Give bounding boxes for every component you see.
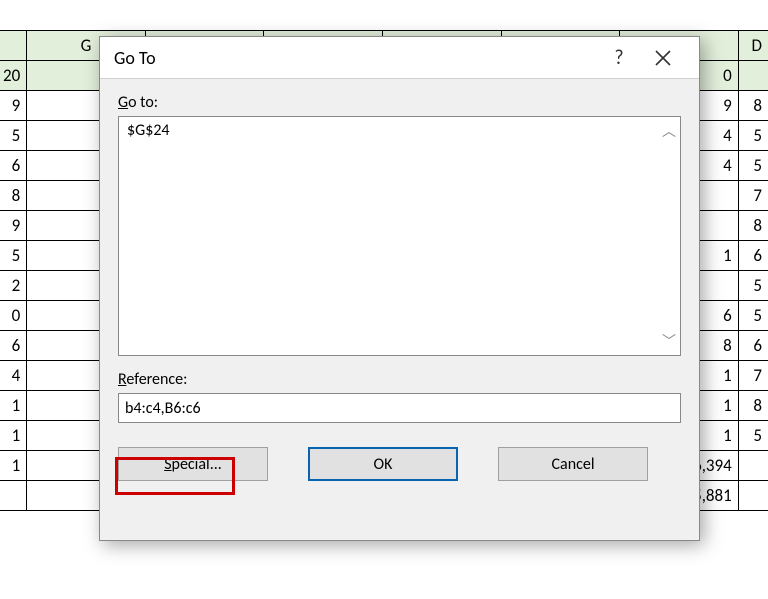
- ok-button[interactable]: OK: [308, 447, 458, 481]
- cell[interactable]: 6: [738, 331, 768, 361]
- col-header-d[interactable]: D: [738, 31, 768, 61]
- reference-input[interactable]: [118, 393, 681, 423]
- row-number[interactable]: 1: [0, 451, 27, 481]
- cell[interactable]: 5: [738, 421, 768, 451]
- row-number[interactable]: 5: [0, 121, 27, 151]
- row-number[interactable]: 1: [0, 421, 27, 451]
- scroll-up-icon[interactable]: ︿: [662, 121, 676, 141]
- row-number[interactable]: 5: [0, 241, 27, 271]
- cell[interactable]: 7: [738, 361, 768, 391]
- cell[interactable]: 5: [738, 271, 768, 301]
- goto-dialog: Go To ? Go to: $G$24 ︿ ﹀ Reference: Spec…: [99, 36, 700, 541]
- col-header-blank[interactable]: [0, 31, 27, 61]
- cell[interactable]: 5: [738, 151, 768, 181]
- cell[interactable]: 7: [738, 181, 768, 211]
- row-number[interactable]: 0: [0, 301, 27, 331]
- cell[interactable]: 8: [738, 211, 768, 241]
- cell[interactable]: [738, 451, 768, 481]
- reference-label: Reference:: [118, 370, 681, 389]
- row-number[interactable]: 8: [0, 181, 27, 211]
- cell[interactable]: [738, 481, 768, 511]
- row-number[interactable]: 1: [0, 391, 27, 421]
- close-icon: [655, 50, 671, 66]
- cell[interactable]: 5: [738, 301, 768, 331]
- row-number[interactable]: 20: [0, 61, 27, 91]
- scroll-down-icon[interactable]: ﹀: [662, 331, 676, 351]
- help-button[interactable]: ?: [597, 37, 641, 79]
- row-number[interactable]: 4: [0, 361, 27, 391]
- cell[interactable]: 8: [738, 91, 768, 121]
- goto-label: Go to:: [118, 93, 681, 112]
- cell[interactable]: 8: [738, 391, 768, 421]
- row-number[interactable]: [0, 481, 27, 511]
- cell[interactable]: 6: [738, 241, 768, 271]
- goto-list-item[interactable]: $G$24: [127, 121, 672, 140]
- cell[interactable]: 5: [738, 121, 768, 151]
- cell[interactable]: [738, 61, 768, 91]
- dialog-titlebar[interactable]: Go To ?: [100, 37, 699, 79]
- dialog-title: Go To: [114, 47, 597, 69]
- cancel-button[interactable]: Cancel: [498, 447, 648, 481]
- goto-listbox[interactable]: $G$24 ︿ ﹀: [118, 116, 681, 356]
- row-number[interactable]: 6: [0, 151, 27, 181]
- row-number[interactable]: 2: [0, 271, 27, 301]
- close-button[interactable]: [641, 37, 685, 79]
- special-button[interactable]: Special...: [118, 447, 268, 481]
- row-number[interactable]: 6: [0, 331, 27, 361]
- row-number[interactable]: 9: [0, 91, 27, 121]
- row-number[interactable]: 9: [0, 211, 27, 241]
